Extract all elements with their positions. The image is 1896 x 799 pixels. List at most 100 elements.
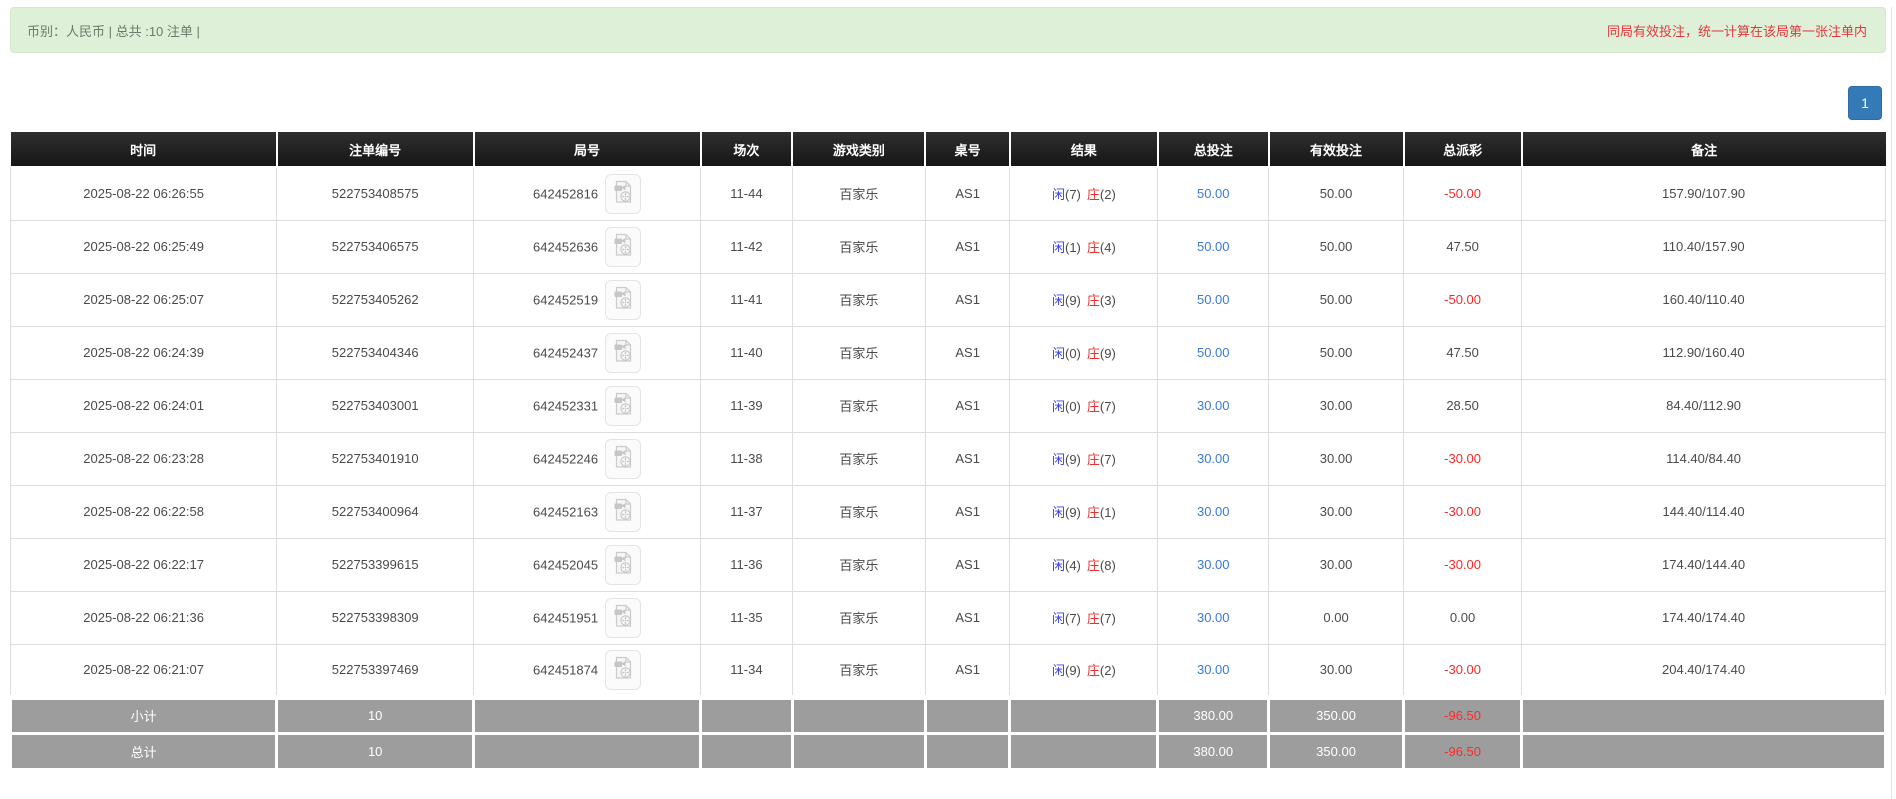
banker-result: 庄 [1087,187,1100,202]
valid-bet: 30.00 [1269,538,1404,591]
column-header-valid-bet: 有效投注 [1269,132,1404,167]
total-bet-link[interactable]: 50.00 [1197,239,1230,254]
column-header-game-type: 游戏类别 [792,132,925,167]
result-cell: 闲(9)庄(1) [1010,485,1158,538]
video-replay-button[interactable] [605,598,641,638]
page-right-edge-line [1891,7,1892,799]
banker-result: 庄 [1087,452,1100,467]
total-bet-link[interactable]: 30.00 [1197,451,1230,466]
grand-total-row-empty [474,733,701,769]
total-bet-link[interactable]: 30.00 [1197,610,1230,625]
video-replay-button[interactable] [605,333,641,373]
banker-points: (7) [1100,611,1116,626]
bet-time: 2025-08-22 06:22:58 [11,485,277,538]
table-row: 2025-08-22 06:22:17522753399615642452045… [11,538,1886,591]
banker-points: (7) [1100,399,1116,414]
total-bet-link[interactable]: 50.00 [1197,345,1230,360]
game-type: 百家乐 [792,273,925,326]
result-cell: 闲(7)庄(7) [1010,591,1158,644]
payout: -30.00 [1404,485,1522,538]
video-replay-button[interactable] [605,280,641,320]
banker-points: (4) [1100,240,1116,255]
video-replay-button[interactable] [605,439,641,479]
bet-time: 2025-08-22 06:25:49 [11,220,277,273]
player-result: 闲 [1052,187,1065,202]
payout: -50.00 [1404,167,1522,220]
video-replay-button[interactable] [605,386,641,426]
grand-total-row-empty [701,733,793,769]
video-replay-icon [612,655,634,681]
round-number: 642452045 [533,557,598,572]
table-number: AS1 [925,220,1009,273]
table-row: 2025-08-22 06:24:01522753403001642452331… [11,379,1886,432]
round-number: 642452519 [533,292,598,307]
result-cell: 闲(0)庄(9) [1010,326,1158,379]
video-replay-button[interactable] [605,650,641,690]
total-bet-cell: 30.00 [1158,591,1269,644]
round-number: 642451951 [533,610,598,625]
game-type: 百家乐 [792,591,925,644]
total-bet-link[interactable]: 50.00 [1197,186,1230,201]
valid-bet-notice-text: 同局有效投注，统一计算在该局第一张注单内 [1607,21,1867,40]
total-bet-link[interactable]: 30.00 [1197,504,1230,519]
total-bet-link[interactable]: 30.00 [1197,398,1230,413]
player-points: (4) [1065,558,1081,573]
payout: -30.00 [1404,432,1522,485]
table-number: AS1 [925,485,1009,538]
video-replay-icon [612,391,634,417]
video-replay-icon [612,497,634,523]
remark: 204.40/174.40 [1522,644,1886,697]
round-number-cell: 642452519 [474,273,701,326]
video-replay-button[interactable] [605,227,641,267]
bet-time: 2025-08-22 06:21:36 [11,591,277,644]
game-type: 百家乐 [792,326,925,379]
grand-total-row-payout: -96.50 [1404,733,1522,769]
page-1-button[interactable]: 1 [1848,86,1882,120]
bet-time: 2025-08-22 06:21:07 [11,644,277,697]
round-number: 642452246 [533,451,598,466]
column-header-table-no: 桌号 [925,132,1009,167]
table-number: AS1 [925,538,1009,591]
banker-points: (2) [1100,187,1116,202]
player-points: (1) [1065,240,1081,255]
banker-result: 庄 [1087,663,1100,678]
video-replay-button[interactable] [605,492,641,532]
currency-summary-text: 币别：人民币 | 总共 :10 注单 | [27,21,200,40]
subtotal-row-label: 小计 [11,697,277,733]
player-points: (9) [1065,293,1081,308]
total-bet-link[interactable]: 30.00 [1197,557,1230,572]
grand-total-row-valid-bet: 350.00 [1269,733,1404,769]
player-result: 闲 [1052,663,1065,678]
banker-result: 庄 [1087,611,1100,626]
table-number: AS1 [925,644,1009,697]
session: 11-36 [701,538,793,591]
total-bet-cell: 30.00 [1158,644,1269,697]
subtotal-row-empty [474,697,701,733]
bet-records-table: 时间注单编号局号场次游戏类别桌号结果总投注有效投注总派彩备注 2025-08-2… [9,132,1887,771]
bet-number: 522753400964 [277,485,474,538]
bet-time: 2025-08-22 06:24:01 [11,379,277,432]
video-replay-button[interactable] [605,174,641,214]
banker-points: (9) [1100,346,1116,361]
table-row: 2025-08-22 06:23:28522753401910642452246… [11,432,1886,485]
bet-number: 522753405262 [277,273,474,326]
table-number: AS1 [925,379,1009,432]
banker-points: (7) [1100,452,1116,467]
total-bet-cell: 50.00 [1158,326,1269,379]
payout: 47.50 [1404,220,1522,273]
banker-points: (8) [1100,558,1116,573]
total-bet-link[interactable]: 50.00 [1197,292,1230,307]
player-result: 闲 [1052,558,1065,573]
video-replay-button[interactable] [605,545,641,585]
bet-time: 2025-08-22 06:26:55 [11,167,277,220]
round-number: 642452816 [533,186,598,201]
player-points: (7) [1065,611,1081,626]
session: 11-42 [701,220,793,273]
banker-result: 庄 [1087,505,1100,520]
bet-number: 522753398309 [277,591,474,644]
player-points: (9) [1065,505,1081,520]
bet-number: 522753401910 [277,432,474,485]
total-bet-link[interactable]: 30.00 [1197,662,1230,677]
remark: 160.40/110.40 [1522,273,1886,326]
player-points: (0) [1065,346,1081,361]
